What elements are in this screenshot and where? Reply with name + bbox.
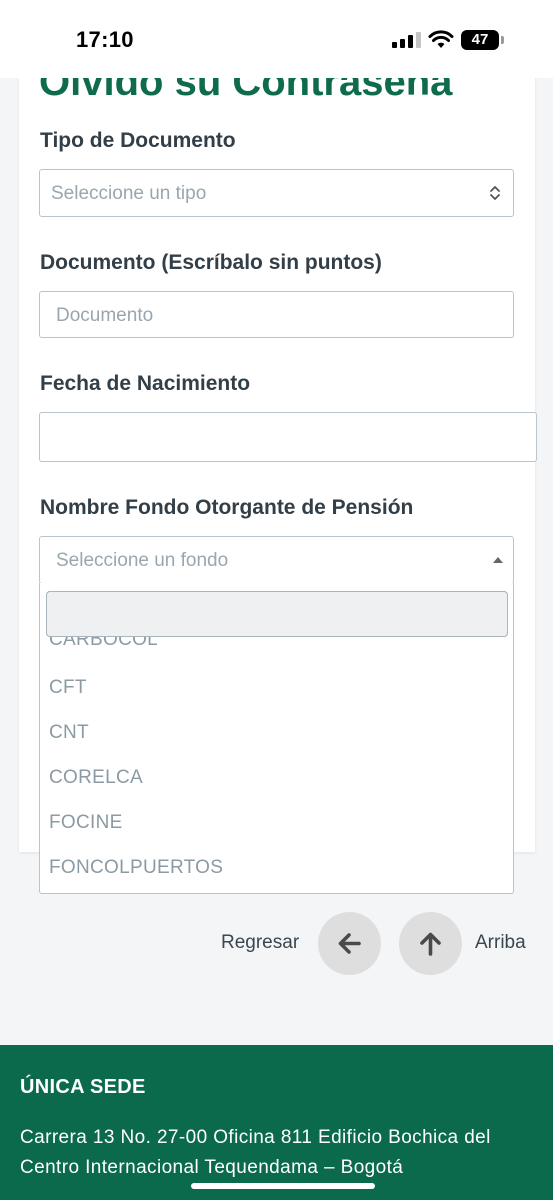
status-time: 17:10 [76,27,134,52]
fecha-nacimiento-input[interactable] [39,412,537,462]
fondo-placeholder: Seleccione un fondo [56,550,229,571]
cellular-signal-icon [392,32,422,48]
arrow-left-icon [338,933,361,954]
dropdown-option[interactable]: CFT [49,677,87,699]
arrow-up-icon [420,932,441,956]
dropdown-option[interactable]: FOCINE [49,812,123,834]
documento-placeholder: Documento [56,305,154,326]
dropdown-option[interactable]: CORELCA [49,767,143,789]
footer-title: ÚNICA SEDE [20,1076,146,1098]
dropdown-top-padding [40,583,513,591]
documento-input[interactable]: Documento [39,291,514,338]
dropdown-option[interactable]: CNT [49,722,89,744]
fondo-select[interactable]: Seleccione un fondo [39,536,514,584]
fecha-nacimiento-label: Fecha de Nacimiento [40,372,251,395]
scroll-top-button[interactable] [399,912,462,975]
tipo-documento-label: Tipo de Documento [40,129,236,152]
select-updown-icon [490,186,500,200]
footer-address: Carrera 13 No. 27-00 Oficina 811 Edifici… [20,1127,491,1178]
documento-label: Documento (Escríbalo sin puntos) [40,251,382,274]
battery-icon: 47 [461,30,504,50]
wifi-icon [428,30,454,48]
dropdown-option[interactable]: FONCOLPUERTOS [49,857,223,879]
tipo-documento-placeholder: Seleccione un tipo [51,183,207,204]
home-indicator [191,1183,375,1189]
status-bar: 17:10 47 [0,0,553,78]
arriba-label[interactable]: Arriba [475,932,526,954]
dropdown-search-box[interactable] [46,591,508,637]
regresar-label[interactable]: Regresar [221,932,299,954]
footer: ÚNICA SEDE Carrera 13 No. 27-00 Oficina … [0,1045,553,1200]
back-button[interactable] [318,912,381,975]
tipo-documento-select[interactable]: Seleccione un tipo [39,169,514,217]
caret-up-icon [493,557,503,563]
fondo-dropdown: CARBOCOL CFT CNT CORELCA FOCINE FONCOLPU… [39,583,514,894]
fondo-label: Nombre Fondo Otorgante de Pensión [40,496,414,519]
